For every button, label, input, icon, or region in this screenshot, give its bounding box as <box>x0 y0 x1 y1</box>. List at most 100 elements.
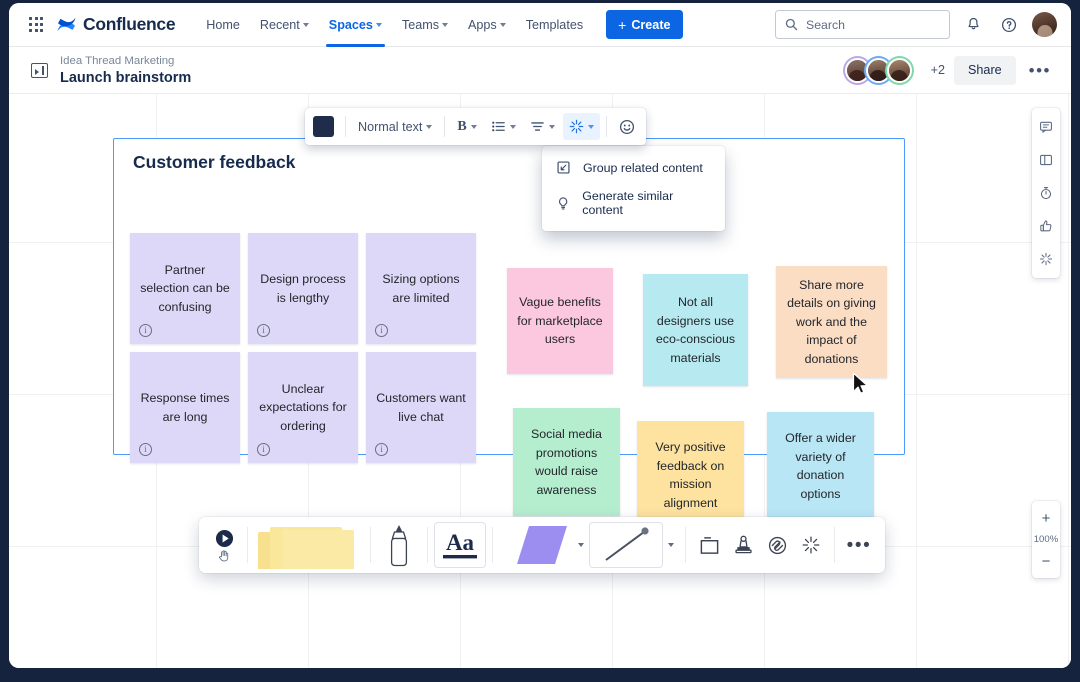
user-avatar[interactable] <box>1032 12 1057 37</box>
more-tools[interactable]: ••• <box>841 536 877 555</box>
align-button[interactable] <box>524 113 561 140</box>
sticky-note-text: Social media promotions would raise awar… <box>531 427 602 497</box>
link-tool[interactable] <box>760 535 794 556</box>
frame-tool[interactable] <box>692 535 726 556</box>
thumbs-up-icon[interactable] <box>1034 214 1058 238</box>
chevron-down-icon <box>499 23 506 27</box>
text-style-dropdown[interactable]: Normal text <box>352 113 438 140</box>
confluence-mark-icon <box>57 16 76 33</box>
sticky-note[interactable]: Not all designers use eco-conscious mate… <box>643 274 748 386</box>
sticky-note[interactable]: Share more details on giving work and th… <box>776 266 887 378</box>
info-icon[interactable]: i <box>139 324 152 337</box>
sticky-note[interactable]: Sizing options are limited i <box>366 233 476 344</box>
nav-item-templates[interactable]: Templates <box>517 10 592 40</box>
search-placeholder: Search <box>806 17 845 32</box>
app-switcher-icon[interactable] <box>23 12 49 38</box>
nav-label: Teams <box>401 17 439 32</box>
app-screen: Confluence Home Recent Spaces Teams Apps… <box>9 3 1071 668</box>
sticky-notes-icon <box>258 527 354 569</box>
nav-item-recent[interactable]: Recent <box>251 10 318 40</box>
sticky-note-text: Share more details on giving work and th… <box>787 277 876 366</box>
line-dropdown-caret-icon[interactable] <box>668 543 674 547</box>
device-frame: Confluence Home Recent Spaces Teams Apps… <box>0 0 1080 682</box>
ellipsis-icon: ••• <box>846 534 872 556</box>
page-title[interactable]: Launch brainstorm <box>60 69 191 87</box>
nav-item-teams[interactable]: Teams <box>393 10 457 40</box>
confluence-logo[interactable]: Confluence <box>57 14 176 35</box>
marker-tool[interactable] <box>377 522 421 568</box>
svg-text:Aa: Aa <box>446 530 475 555</box>
nav-links: Home Recent Spaces Teams Apps Templates <box>197 3 592 47</box>
select-tool[interactable] <box>207 529 241 562</box>
chevron-down-icon <box>587 125 594 129</box>
nav-item-apps[interactable]: Apps <box>459 10 515 40</box>
sticky-note-text: Unclear expectations for ordering <box>259 381 347 433</box>
shape-tool[interactable] <box>499 522 573 568</box>
list-button[interactable] <box>485 113 522 140</box>
menu-item-label: Generate similar content <box>582 189 674 217</box>
nav-item-spaces[interactable]: Spaces <box>320 10 391 47</box>
info-icon[interactable]: i <box>139 443 152 456</box>
sticky-note[interactable]: Partner selection can be confusing i <box>130 233 240 344</box>
layout-panel-icon[interactable] <box>1034 148 1058 172</box>
hand-icon <box>218 549 229 561</box>
extra-collaborators-count[interactable]: +2 <box>931 63 945 77</box>
chevron-down-icon <box>375 23 382 27</box>
timer-icon[interactable] <box>1034 181 1058 205</box>
sticky-note-tool[interactable] <box>254 521 364 569</box>
emoji-button[interactable] <box>613 113 641 140</box>
create-button[interactable]: + Create <box>606 10 683 39</box>
zoom-in-button[interactable]: + <box>1034 507 1058 529</box>
comment-icon[interactable] <box>1034 115 1058 139</box>
whiteboard-canvas[interactable]: Customer feedback Partner selection can … <box>9 94 1071 668</box>
stamp-icon <box>734 535 752 554</box>
bold-button[interactable]: B <box>451 113 482 140</box>
sticky-note[interactable]: Unclear expectations for ordering i <box>248 352 358 463</box>
stamp-tool[interactable] <box>726 534 760 556</box>
menu-item-group-related-content[interactable]: Group related content <box>542 153 725 182</box>
zoom-out-button[interactable]: − <box>1034 550 1058 572</box>
info-icon[interactable]: i <box>257 324 270 337</box>
ai-tool[interactable] <box>794 535 828 555</box>
toolbar-divider <box>685 527 686 563</box>
search-input[interactable]: Search <box>775 10 950 39</box>
info-icon[interactable]: i <box>375 324 388 337</box>
share-button[interactable]: Share <box>954 55 1016 85</box>
color-swatch-button[interactable] <box>313 116 334 137</box>
sticky-note[interactable]: Offer a wider variety of donation option… <box>767 412 874 520</box>
brand-name: Confluence <box>83 14 176 34</box>
bell-icon[interactable] <box>960 12 986 38</box>
sticky-note[interactable]: Very positive feedback on mission alignm… <box>637 421 744 529</box>
frame-title[interactable]: Customer feedback <box>133 152 295 173</box>
chevron-down-icon <box>470 125 477 129</box>
help-circle-icon[interactable] <box>996 12 1022 38</box>
ai-sparkle-icon[interactable] <box>1034 247 1058 271</box>
group-content-icon <box>557 161 570 174</box>
nav-item-home[interactable]: Home <box>197 10 249 40</box>
ai-button[interactable] <box>562 113 600 140</box>
breadcrumb[interactable]: Idea Thread Marketing <box>60 54 191 69</box>
text-tool[interactable]: Aa <box>434 522 486 568</box>
info-icon[interactable]: i <box>375 443 388 456</box>
more-options-icon[interactable]: ••• <box>1025 62 1055 79</box>
info-icon[interactable]: i <box>257 443 270 456</box>
ai-sparkle-icon <box>802 536 820 554</box>
sticky-note[interactable]: Response times are long i <box>130 352 240 463</box>
sticky-note[interactable]: Design process is lengthy i <box>248 233 358 344</box>
line-tool[interactable] <box>589 522 663 568</box>
frame-icon <box>700 536 718 554</box>
nav-label: Apps <box>468 17 497 32</box>
collaborator-avatars <box>842 55 914 85</box>
sticky-note[interactable]: Vague benefits for marketplace users <box>507 268 613 374</box>
avatar[interactable] <box>884 55 914 85</box>
shape-dropdown-caret-icon[interactable] <box>578 543 584 547</box>
menu-item-generate-similar-content[interactable]: Generate similar content <box>542 182 725 224</box>
toolbar-divider <box>427 527 428 563</box>
sticky-note[interactable]: Customers want live chat i <box>366 352 476 463</box>
parallelogram-shape-icon <box>517 526 567 564</box>
line-connector-icon <box>605 527 649 561</box>
whiteboard-icon <box>31 62 48 78</box>
zoom-level-label[interactable]: 100% <box>1034 534 1059 545</box>
mouse-pointer <box>852 372 870 401</box>
sticky-note[interactable]: Social media promotions would raise awar… <box>513 408 620 516</box>
